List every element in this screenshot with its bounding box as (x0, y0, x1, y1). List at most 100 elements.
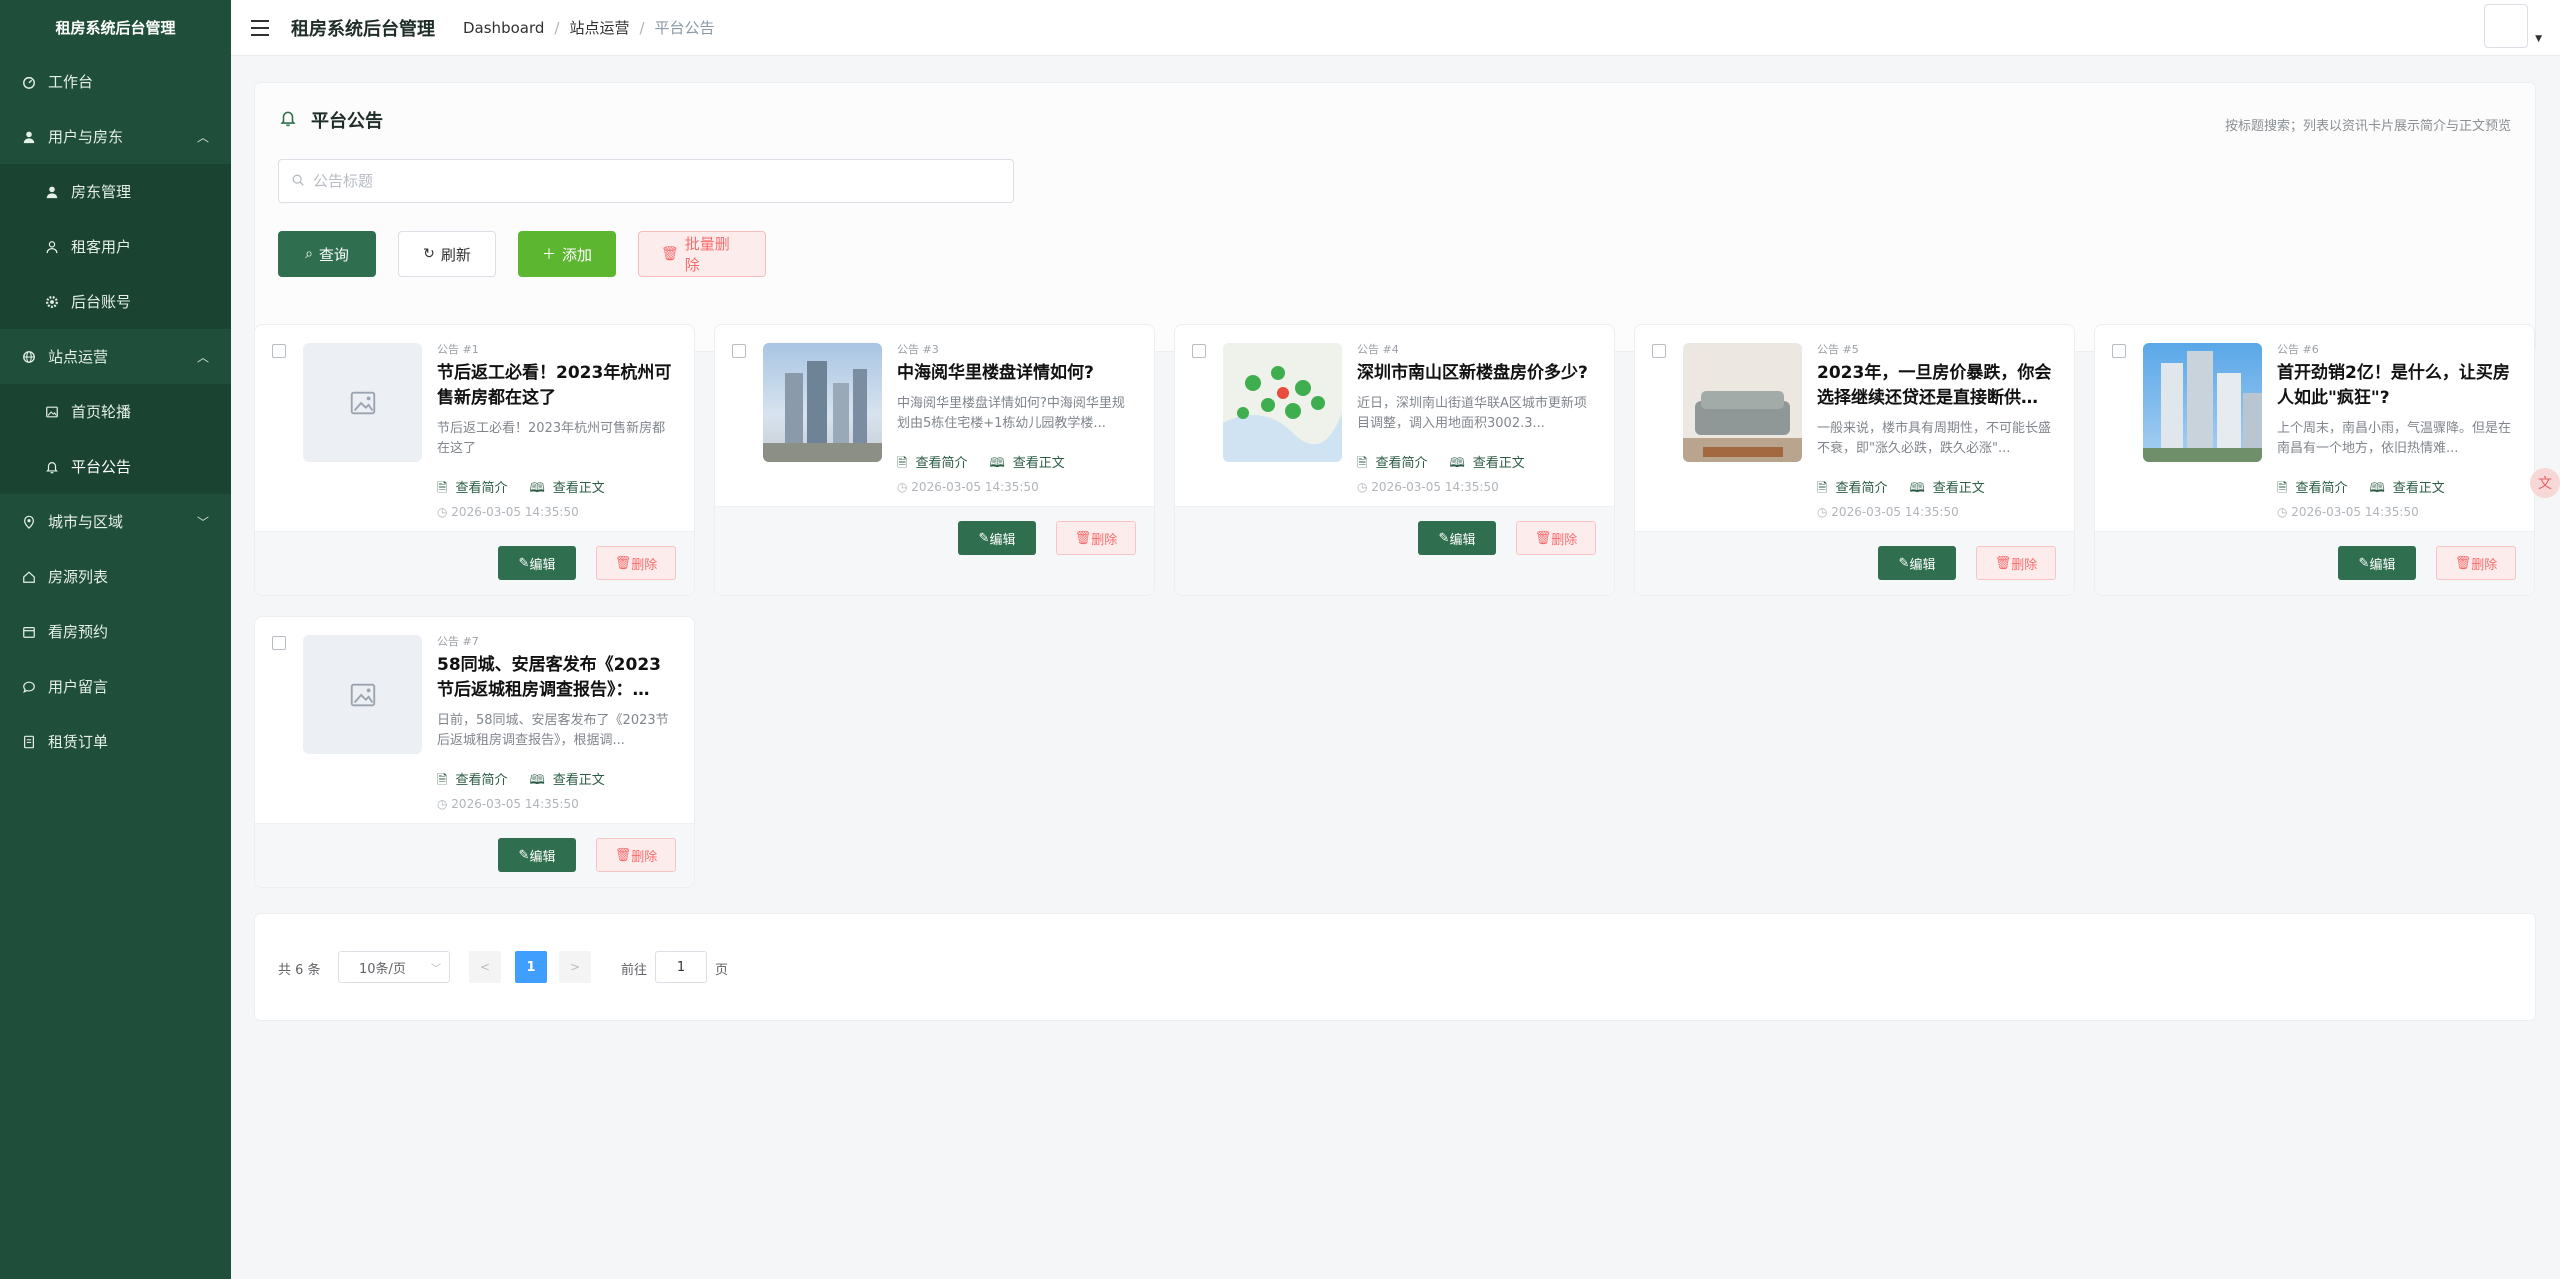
clock-icon: ◷ (437, 797, 452, 811)
card-checkbox[interactable] (1652, 344, 1666, 358)
add-button[interactable]: ＋ 添加 (518, 231, 616, 277)
sidebar-item-dashboard[interactable]: 工作台 (0, 54, 231, 109)
card-id: 公告 #4 (1357, 343, 1399, 356)
breadcrumb-site-ops[interactable]: 站点运营 (569, 17, 629, 38)
view-body-link[interactable]: 🕮 查看正文 (1909, 477, 1984, 501)
sidebar-item-landlords[interactable]: 房东管理 (0, 164, 231, 219)
edit-button[interactable]: ✎ 编辑 (498, 838, 576, 872)
view-body-link[interactable]: 🕮 查看正文 (1449, 452, 1524, 476)
edit-label: 编辑 (1449, 532, 1476, 548)
card-thumbnail (763, 343, 882, 462)
breadcrumb-dashboard[interactable]: Dashboard (463, 19, 544, 37)
card-excerpt: 节后返工必看！2023年杭州可售新房都在这了 (437, 421, 666, 456)
view-body-link[interactable]: 🕮 查看正文 (989, 452, 1064, 476)
view-intro-label: 查看简介 (1375, 456, 1428, 471)
menu-toggle-icon[interactable] (251, 19, 269, 36)
bell-icon (44, 459, 60, 475)
sidebar-item-label: 房源列表 (48, 568, 109, 586)
sidebar-group-site-ops[interactable]: 站点运营 ︿ (0, 329, 231, 384)
card-checkbox[interactable] (732, 344, 746, 358)
edit-button[interactable]: ✎ 编辑 (1878, 546, 1956, 580)
announcement-card: 公告 #6 首开劲销2亿！是什么，让买房人如此"疯狂"? 上个周末，南昌小雨，气… (2094, 324, 2535, 596)
sidebar-item-admin-accounts[interactable]: 后台账号 (0, 274, 231, 329)
sidebar-item-label: 后台账号 (71, 293, 132, 311)
next-page-button[interactable]: > (559, 951, 591, 983)
delete-button[interactable]: 🗑 删除 (596, 838, 676, 872)
edit-button[interactable]: ✎ 编辑 (2338, 546, 2416, 580)
view-intro-link[interactable]: 🗎 查看简介 (437, 769, 507, 793)
sidebar-item-orders[interactable]: 租赁订单 (0, 714, 231, 769)
edit-button[interactable]: ✎ 编辑 (498, 546, 576, 580)
house-icon (21, 569, 37, 585)
view-intro-link[interactable]: 🗎 查看简介 (1357, 452, 1427, 476)
query-button[interactable]: ⌕ 查询 (278, 231, 376, 277)
sidebar-item-carousel[interactable]: 首页轮播 (0, 384, 231, 439)
sidebar-item-messages[interactable]: 用户留言 (0, 659, 231, 714)
edit-button[interactable]: ✎ 编辑 (958, 521, 1036, 555)
trash-icon: 🗑 (1074, 530, 1092, 546)
announcement-card: 公告 #7 58同城、安居客发布《2023节后返城租房调查报告》：… 日前，58… (254, 616, 695, 888)
page-size-select[interactable]: 10条/页 ﹀ (338, 951, 450, 983)
user-outline-icon (44, 239, 60, 255)
sidebar-item-listings[interactable]: 房源列表 (0, 549, 231, 604)
card-checkbox[interactable] (272, 636, 286, 650)
delete-label: 删除 (2011, 557, 2038, 573)
calendar-icon (21, 624, 37, 640)
location-icon (21, 514, 37, 530)
breadcrumb-current: 平台公告 (654, 19, 715, 37)
card-title: 58同城、安居客发布《2023节后返城租房调查报告》：… (437, 655, 661, 700)
view-body-link[interactable]: 🕮 查看正文 (529, 769, 604, 793)
top-header: 租房系统后台管理 Dashboard / 站点运营 / 平台公告 ▼ (231, 0, 2560, 56)
search-input[interactable] (313, 172, 993, 190)
view-body-label: 查看正文 (552, 773, 605, 788)
view-intro-link[interactable]: 🗎 查看简介 (437, 477, 507, 501)
sidebar-item-viewings[interactable]: 看房预约 (0, 604, 231, 659)
batch-delete-button[interactable]: 🗑 批量删除 (638, 231, 766, 277)
sidebar-group-city[interactable]: 城市与区域 ﹀ (0, 494, 231, 549)
edit-button[interactable]: ✎ 编辑 (1418, 521, 1496, 555)
avatar[interactable] (2484, 4, 2528, 48)
card-footer: ✎ 编辑 🗑 删除 (2095, 531, 2534, 595)
delete-button[interactable]: 🗑 删除 (1516, 521, 1596, 555)
card-excerpt: 近日，深圳南山街道华联A区城市更新项目调整，调入用地面积3002.3... (1357, 396, 1587, 431)
clock-icon: ◷ (2277, 505, 2292, 519)
delete-button[interactable]: 🗑 删除 (1976, 546, 2056, 580)
view-intro-link[interactable]: 🗎 查看简介 (897, 452, 967, 476)
delete-button[interactable]: 🗑 删除 (2436, 546, 2516, 580)
card-checkbox[interactable] (2112, 344, 2126, 358)
edit-icon: ✎ (1898, 555, 1910, 571)
caret-down-icon[interactable]: ▼ (2535, 34, 2542, 44)
card-checkbox[interactable] (1192, 344, 1206, 358)
card-thumbnail (1223, 343, 1342, 462)
view-body-link[interactable]: 🕮 查看正文 (529, 477, 604, 501)
page-number-button[interactable]: 1 (515, 951, 547, 983)
card-time: ◷ 2026-03-05 14:35:50 (1357, 480, 1499, 494)
view-body-link[interactable]: 🕮 查看正文 (2369, 477, 2444, 501)
card-title: 中海阅华里楼盘详情如何? (897, 363, 1094, 383)
chevron-down-icon: ﹀ (431, 963, 441, 975)
sidebar-group-users[interactable]: 用户与房东 ︿ (0, 109, 231, 164)
delete-button[interactable]: 🗑 删除 (1056, 521, 1136, 555)
action-buttons: ⌕ 查询 ↻ 刷新 ＋ 添加 🗑 批量删除 (278, 231, 766, 277)
prev-page-button[interactable]: < (469, 951, 501, 983)
card-title: 2023年，一旦房价暴跌，你会选择继续还贷还是直接断供… (1817, 363, 2052, 408)
delete-button[interactable]: 🗑 删除 (596, 546, 676, 580)
card-links: 🗎 查看简介 🕮 查看正文 (2277, 477, 2445, 501)
refresh-button[interactable]: ↻ 刷新 (398, 231, 496, 277)
goto-label: 前往 (621, 963, 648, 978)
sidebar-item-label: 首页轮播 (71, 403, 132, 421)
sidebar: 租房系统后台管理 工作台 用户与房东 ︿ 房东管理 租客用户 后台账号 站点运营… (0, 0, 231, 1279)
dashboard-icon (21, 74, 37, 90)
sidebar-item-tenants[interactable]: 租客用户 (0, 219, 231, 274)
sidebar-item-label: 站点运营 (48, 348, 109, 366)
goto-page-input[interactable]: 1 (655, 951, 707, 983)
card-excerpt: 中海阅华里楼盘详情如何?中海阅华里规划由5栋住宅楼+1栋幼儿园教学楼... (897, 396, 1125, 431)
card-links: 🗎 查看简介 🕮 查看正文 (437, 477, 605, 501)
view-intro-link[interactable]: 🗎 查看简介 (1817, 477, 1887, 501)
view-intro-link[interactable]: 🗎 查看简介 (2277, 477, 2347, 501)
card-checkbox[interactable] (272, 344, 286, 358)
sidebar-title: 租房系统后台管理 (55, 18, 176, 37)
view-body-label: 查看正文 (552, 481, 605, 496)
sidebar-item-announcements[interactable]: 平台公告 (0, 439, 231, 494)
translate-icon[interactable]: 文 (2530, 468, 2560, 498)
